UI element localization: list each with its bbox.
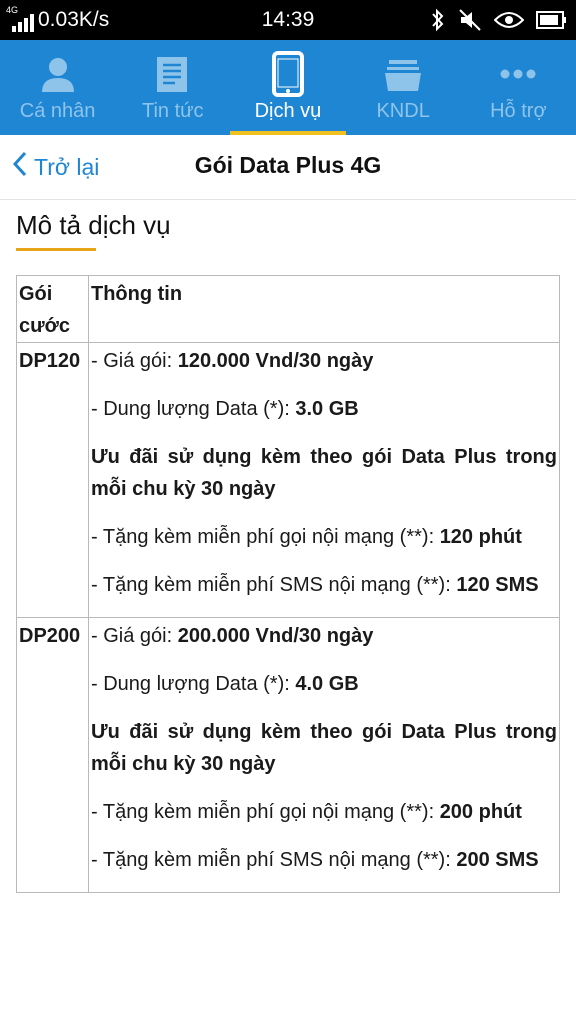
- tab-kndl[interactable]: KNDL: [346, 40, 461, 135]
- table-row: DP120 - Giá gói: 120.000 Vnd/30 ngày - D…: [16, 342, 560, 618]
- plan-info: - Giá gói: 200.000 Vnd/30 ngày - Dung lư…: [88, 617, 560, 893]
- calls-label: - Tặng kèm miễn phí gọi nội mạng (**):: [91, 526, 440, 548]
- price-value: 200.000 Vnd/30 ngày: [177, 625, 374, 647]
- data-value: 4.0 GB: [295, 673, 359, 695]
- data-line: - Dung lượng Data (*): 4.0 GB: [91, 668, 557, 700]
- price-value: 120.000 Vnd/30 ngày: [177, 350, 374, 372]
- table-row: DP200 - Giá gói: 200.000 Vnd/30 ngày - D…: [16, 617, 560, 893]
- table-header-row: Gói cước Thông tin: [16, 275, 560, 343]
- tab-label: Tin tức: [142, 100, 204, 122]
- sms-value: 200 SMS: [456, 849, 539, 871]
- tab-label: Hỗ trợ: [490, 100, 547, 122]
- content-area[interactable]: Mô tả dịch vụ Gói cước Thông tin DP120 -…: [0, 200, 576, 1024]
- offer-line: Ưu đãi sử dụng kèm theo gói Data Plus tr…: [91, 441, 557, 505]
- col-header-info: Thông tin: [88, 275, 560, 343]
- plan-info: - Giá gói: 120.000 Vnd/30 ngày - Dung lư…: [88, 342, 560, 618]
- price-line: - Giá gói: 120.000 Vnd/30 ngày: [91, 345, 557, 377]
- tab-label: Dịch vụ: [254, 100, 322, 122]
- tab-tin-tuc[interactable]: Tin tức: [115, 40, 230, 135]
- calls-value: 200 phút: [439, 801, 522, 823]
- price-line: - Giá gói: 200.000 Vnd/30 ngày: [91, 620, 557, 652]
- price-label: - Giá gói:: [91, 350, 178, 372]
- eye-icon: [494, 9, 524, 31]
- plan-name: DP200: [16, 617, 89, 893]
- sms-line: - Tặng kèm miễn phí SMS nội mạng (**): 1…: [91, 569, 557, 601]
- calls-label: - Tặng kèm miễn phí gọi nội mạng (**):: [91, 801, 440, 823]
- data-value: 3.0 GB: [295, 398, 359, 420]
- news-icon: [153, 50, 193, 98]
- tab-ho-tro[interactable]: Hỗ trợ: [461, 40, 576, 135]
- tab-dich-vu[interactable]: Dịch vụ: [230, 40, 346, 135]
- nav-header: Trở lại Gói Data Plus 4G: [0, 135, 576, 200]
- plan-name: DP120: [16, 342, 89, 618]
- offer-text: Ưu đãi sử dụng kèm theo gói Data Plus tr…: [91, 721, 557, 775]
- offer-text: Ưu đãi sử dụng kèm theo gói Data Plus tr…: [91, 446, 557, 500]
- main-tab-bar: Cá nhân Tin tức Dịch vụ KNDL Hỗ trợ: [0, 40, 576, 135]
- tab-label: Cá nhân: [19, 100, 96, 122]
- calls-value: 120 phút: [439, 526, 522, 548]
- folder-icon: [383, 50, 423, 98]
- bluetooth-icon: [430, 8, 446, 32]
- phone-icon: [271, 50, 305, 98]
- mute-icon: [458, 8, 482, 32]
- col-header-plan: Gói cước: [16, 275, 89, 343]
- tab-label: KNDL: [376, 100, 430, 122]
- sms-label: - Tặng kèm miễn phí SMS nội mạng (**):: [91, 574, 457, 596]
- data-label: - Dung lượng Data (*):: [91, 673, 296, 695]
- battery-icon: [536, 10, 568, 30]
- tab-ca-nhan[interactable]: Cá nhân: [0, 40, 115, 135]
- calls-line: - Tặng kèm miễn phí gọi nội mạng (**): 1…: [91, 521, 557, 553]
- sms-label: - Tặng kèm miễn phí SMS nội mạng (**):: [91, 849, 457, 871]
- service-table: Gói cước Thông tin DP120 - Giá gói: 120.…: [16, 275, 560, 893]
- sms-line: - Tặng kèm miễn phí SMS nội mạng (**): 2…: [91, 844, 557, 876]
- sms-value: 120 SMS: [456, 574, 539, 596]
- data-line: - Dung lượng Data (*): 3.0 GB: [91, 393, 557, 425]
- section-heading: Mô tả dịch vụ: [16, 210, 171, 240]
- page-title: Gói Data Plus 4G: [194, 152, 382, 178]
- person-icon: [38, 50, 78, 98]
- status-bar: 4G 0.03K/s 14:39: [0, 0, 576, 40]
- section-underline: [16, 248, 96, 251]
- offer-line: Ưu đãi sử dụng kèm theo gói Data Plus tr…: [91, 716, 557, 780]
- more-icon: [498, 50, 538, 98]
- calls-line: - Tặng kèm miễn phí gọi nội mạng (**): 2…: [91, 796, 557, 828]
- data-label: - Dung lượng Data (*):: [91, 398, 296, 420]
- price-label: - Giá gói:: [91, 625, 178, 647]
